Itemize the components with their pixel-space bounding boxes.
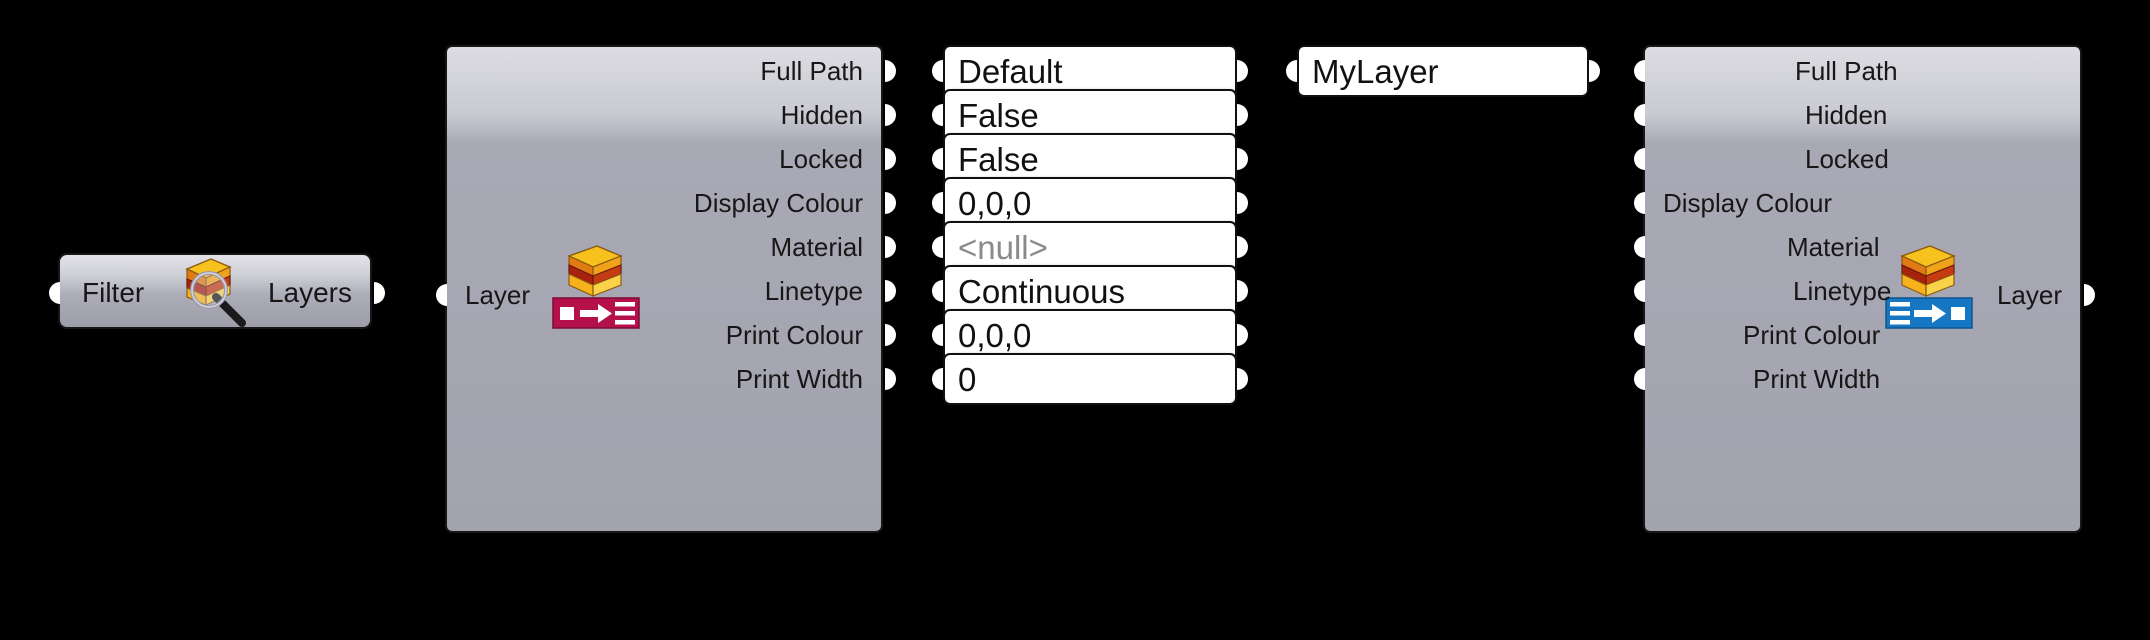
input-label-print-colour: Print Colour (1743, 320, 1881, 350)
output-label-print-colour: Print Colour (725, 320, 863, 350)
grip-out-panel-hidden[interactable] (1237, 104, 1248, 126)
output-label-full-path: Full Path (760, 56, 863, 86)
grip-out-material[interactable] (885, 236, 896, 258)
grip-out-panel-print-colour[interactable] (1237, 324, 1248, 346)
grip-in-panel-full-path[interactable] (932, 60, 943, 82)
grip-in-full-path[interactable] (1634, 60, 1645, 82)
deconstruct-layer-icon (547, 242, 645, 342)
grip-out-display-colour[interactable] (885, 192, 896, 214)
input-label-full-path: Full Path (1795, 56, 1898, 86)
panel-value: 0,0,0 (958, 184, 1032, 222)
grip-in-print-width[interactable] (1634, 368, 1645, 390)
grip-out-layer[interactable] (2084, 284, 2095, 306)
layer-filter-icon (164, 251, 254, 335)
grip-out-full-path[interactable] (885, 60, 896, 82)
panel-stack: Default False False 0,0,0 <null> Continu… (932, 45, 1248, 533)
grip-out-panel-display-colour[interactable] (1237, 192, 1248, 214)
grip-in-layer[interactable] (436, 284, 447, 306)
grip-out-panel-full-path[interactable] (1237, 60, 1248, 82)
output-label-linetype: Linetype (764, 276, 863, 306)
grip-out-panel-print-width[interactable] (1237, 368, 1248, 390)
input-label-locked: Locked (1805, 144, 1889, 174)
grip-out-print-colour[interactable] (885, 324, 896, 346)
grip-in-panel-print-colour[interactable] (932, 324, 943, 346)
grip-out-linetype[interactable] (885, 280, 896, 302)
input-label-material: Material (1787, 232, 1880, 262)
input-label-display-colour: Display Colour (1663, 188, 1833, 218)
construct-layer-icon (1880, 242, 1978, 342)
grip-in-panel-print-width[interactable] (932, 368, 943, 390)
grip-in-panel-display-colour[interactable] (932, 192, 943, 214)
input-label-print-width: Print Width (1753, 364, 1881, 394)
grip-in-locked[interactable] (1634, 148, 1645, 170)
panel-value: False (958, 140, 1039, 178)
grip-out-locked[interactable] (885, 148, 896, 170)
panel-value: False (958, 96, 1039, 134)
grip-in-panel-locked[interactable] (932, 148, 943, 170)
panel-value: Continuous (958, 272, 1125, 310)
grip-in-filter[interactable] (49, 282, 60, 304)
output-label-material: Material (770, 232, 863, 262)
panel-value: <null> (958, 228, 1048, 266)
grip-in-panel-hidden[interactable] (932, 104, 943, 126)
node-deconstruct-layer[interactable]: Layer Full Path Hidden Locked Display Co… (436, 45, 896, 533)
panel-print-width[interactable]: 0 (943, 353, 1237, 405)
panel-value: Default (958, 52, 1063, 90)
grip-out-panel-locked[interactable] (1237, 148, 1248, 170)
grip-in-panel-linetype[interactable] (932, 280, 943, 302)
deconstruct-layer-nickname: Layer (465, 280, 531, 310)
node-filter-layers[interactable]: Filter Layers (49, 253, 385, 329)
filter-output-label: Layers (267, 277, 352, 308)
grip-out-hidden[interactable] (885, 104, 896, 126)
grip-in-hidden[interactable] (1634, 104, 1645, 126)
grip-out-print-width[interactable] (885, 368, 896, 390)
construct-layer-nickname: Layer (1996, 280, 2062, 310)
filter-input-label: Filter (82, 277, 145, 308)
grip-out-mylayer[interactable] (1589, 60, 1600, 82)
output-label-print-width: Print Width (735, 364, 863, 394)
grip-in-display-colour[interactable] (1634, 192, 1645, 214)
grip-in-panel-material[interactable] (932, 236, 943, 258)
panel-value: MyLayer (1312, 52, 1439, 90)
input-label-hidden: Hidden (1805, 100, 1888, 130)
grip-out-panel-material[interactable] (1237, 236, 1248, 258)
grip-out-layers[interactable] (374, 282, 385, 304)
output-label-display-colour: Display Colour (693, 188, 863, 218)
grip-in-print-colour[interactable] (1634, 324, 1645, 346)
node-construct-layer[interactable]: Layer Full Path Hidden Locked Display Co… (1634, 45, 2095, 533)
panel-value: 0 (958, 360, 977, 398)
grip-in-mylayer[interactable] (1286, 60, 1297, 82)
output-label-hidden: Hidden (780, 100, 863, 130)
grip-in-linetype[interactable] (1634, 280, 1645, 302)
panel-value: 0,0,0 (958, 316, 1032, 354)
grip-out-panel-linetype[interactable] (1237, 280, 1248, 302)
input-label-linetype: Linetype (1793, 276, 1892, 306)
grasshopper-canvas[interactable]: Filter Layers Layer Full Path Hidden Loc… (0, 0, 2150, 640)
output-label-locked: Locked (779, 144, 863, 174)
panel-mylayer[interactable]: MyLayer (1297, 45, 1589, 97)
grip-in-material[interactable] (1634, 236, 1645, 258)
